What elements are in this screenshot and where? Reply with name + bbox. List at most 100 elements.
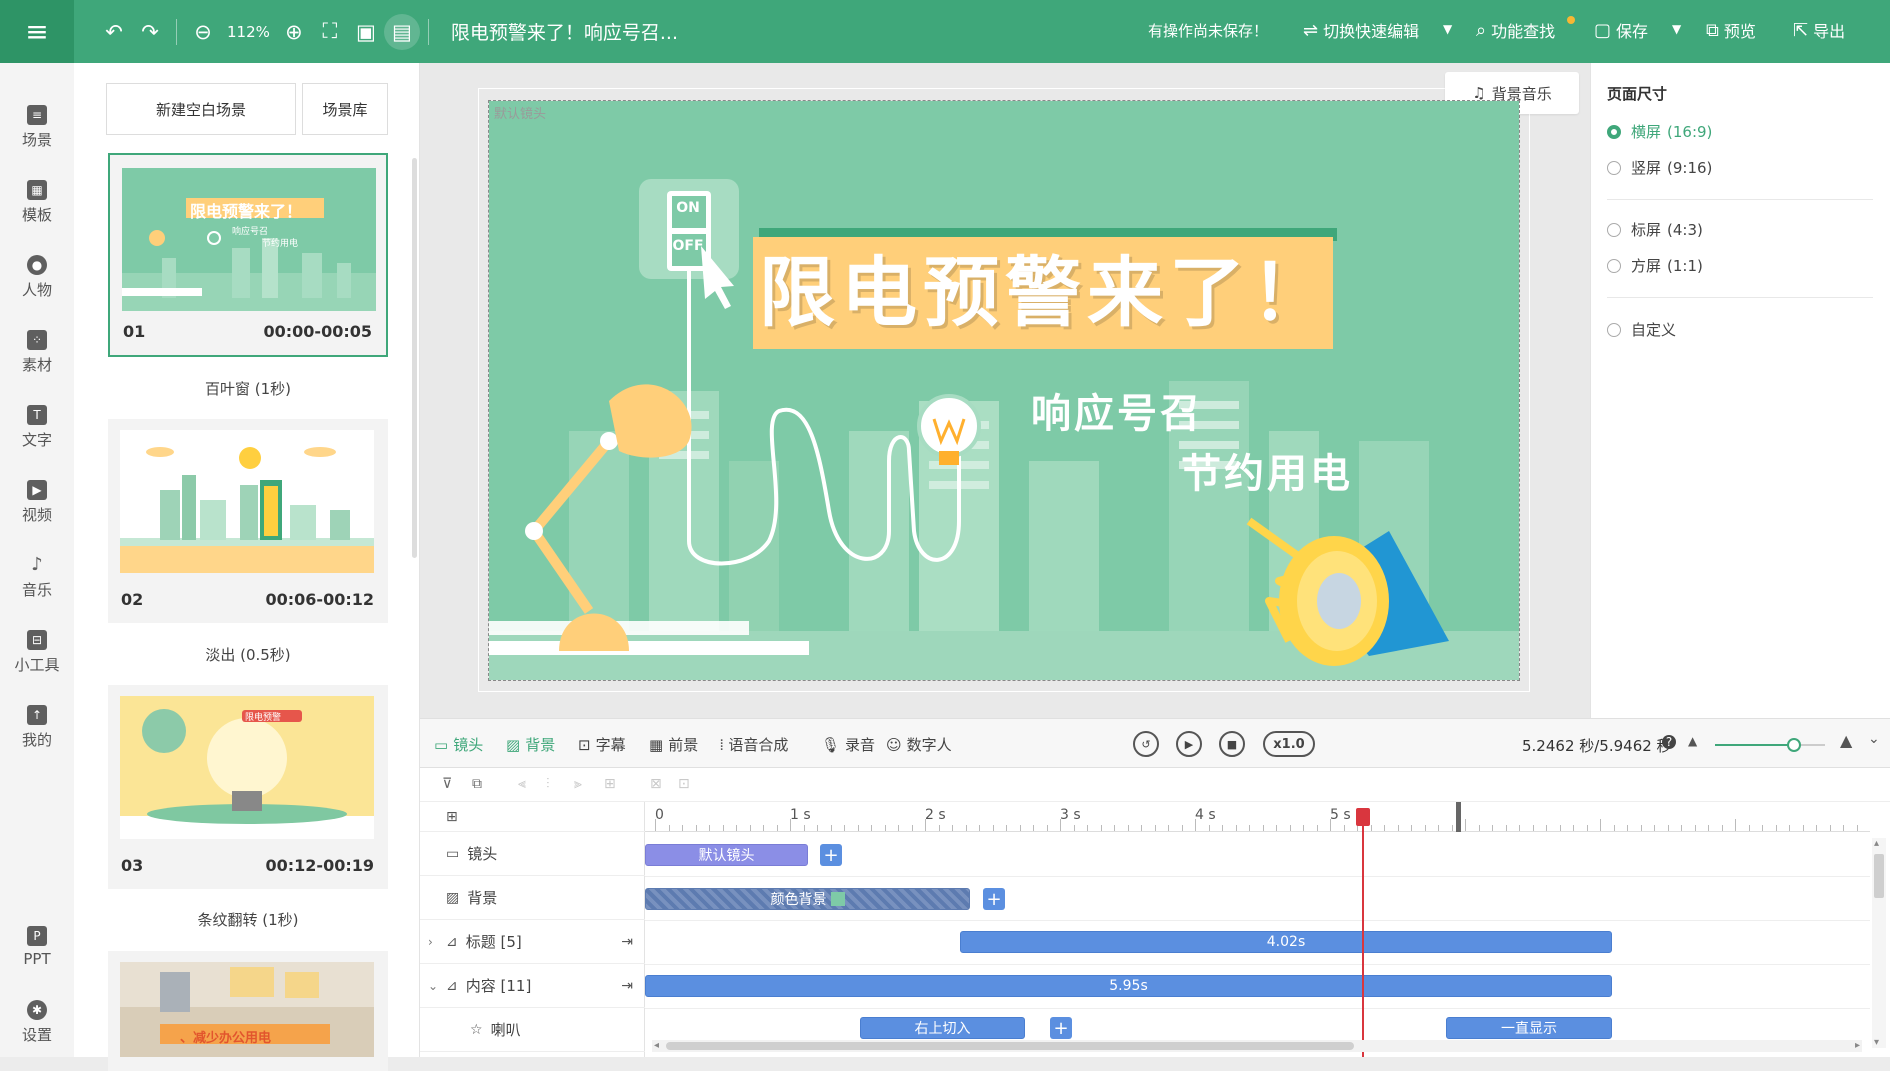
slider-knob[interactable] xyxy=(1787,738,1802,752)
tab-digital-human[interactable]: ☺ 数字人 xyxy=(886,734,952,755)
radio-button[interactable] xyxy=(1607,160,1621,175)
filter-icon[interactable]: ⊽ xyxy=(442,776,452,792)
add-background-button[interactable]: + xyxy=(983,888,1005,910)
track-label-camera[interactable]: ▭ 镜头 xyxy=(420,832,645,876)
collapse-icon[interactable]: ⌄ xyxy=(1868,731,1880,747)
subtitle-text[interactable]: 节约用电 xyxy=(1181,441,1353,499)
nav-item-person[interactable]: ● 人物 xyxy=(0,255,74,300)
fullscreen-icon[interactable]: ⛶ xyxy=(312,14,348,50)
zoom-in-timeline-icon[interactable]: ▲ xyxy=(1840,731,1852,750)
split-icon[interactable]: ⊠ xyxy=(650,776,662,792)
timeline-horizontal-scrollbar[interactable]: ◂ ▸ xyxy=(652,1040,1862,1052)
timeline-zoom-slider[interactable] xyxy=(1715,738,1825,752)
undo-icon[interactable]: ↶ xyxy=(96,14,132,50)
playhead-handle[interactable] xyxy=(1356,808,1371,826)
subtitle-text[interactable]: 响应号召 xyxy=(1031,381,1203,439)
align-center-icon[interactable]: ⫶ xyxy=(546,776,550,792)
fit-screen-icon[interactable]: ▣ xyxy=(348,14,384,50)
hamburger-menu-icon[interactable]: ≡ xyxy=(0,0,74,63)
track-label-horn[interactable]: ☆ 喇叭 xyxy=(420,1008,645,1052)
help-icon[interactable]: ? xyxy=(1662,735,1676,749)
chevron-down-icon[interactable]: ▼ xyxy=(1672,22,1681,36)
preview-button[interactable]: ⧉ 预览 xyxy=(1706,18,1756,42)
stop-icon[interactable]: ■ xyxy=(1219,731,1245,757)
scroll-down-icon[interactable]: ▾ xyxy=(1874,1037,1879,1048)
enter-group-icon[interactable]: ⇥ xyxy=(621,978,633,994)
chevron-down-icon[interactable]: ▼ xyxy=(1443,22,1452,36)
headline-text[interactable]: 限电预警来了！ xyxy=(759,241,1329,345)
tab-background[interactable]: ▨ 背景 xyxy=(506,734,555,755)
radio-portrait[interactable]: 竖屏 (9:16) xyxy=(1607,157,1712,178)
enter-group-icon[interactable]: ⇥ xyxy=(621,934,633,950)
function-search-button[interactable]: ⌕ 功能查找 xyxy=(1476,18,1555,42)
replay-icon[interactable]: ↺ xyxy=(1133,731,1159,757)
nav-item-settings[interactable]: ✱ 设置 xyxy=(0,1000,74,1045)
end-marker[interactable] xyxy=(1455,802,1461,832)
add-animation-button[interactable]: + xyxy=(1050,1017,1072,1039)
scene-transition[interactable]: 条纹翻转 (1秒) xyxy=(108,909,388,930)
timeline-ruler[interactable]: 0 1 s 2 s 3 s 4 s 5 s xyxy=(645,802,1870,832)
scroll-right-icon[interactable]: ▸ xyxy=(1855,1040,1860,1051)
chevron-right-icon[interactable]: › xyxy=(428,935,433,949)
radio-button[interactable] xyxy=(1607,322,1621,337)
playhead[interactable] xyxy=(1362,810,1365,1057)
nav-item-toolbox[interactable]: ⊟ 小工具 xyxy=(0,630,74,675)
track-label-background[interactable]: ▨ 背景 xyxy=(420,876,645,920)
nav-item-text[interactable]: T 文字 xyxy=(0,405,74,450)
content-clip[interactable]: 5.95s xyxy=(645,975,1612,997)
scroll-left-icon[interactable]: ◂ xyxy=(654,1040,659,1051)
title-clip[interactable]: 4.02s xyxy=(960,931,1612,953)
grid-icon[interactable]: ⊞ xyxy=(446,809,458,825)
nav-item-scene[interactable]: ≡ 场景 xyxy=(0,105,74,150)
horn-enter-clip[interactable]: 右上切入 xyxy=(860,1017,1025,1039)
align-left-icon[interactable]: ⫷ xyxy=(518,776,526,792)
tab-subtitle[interactable]: ⊡ 字幕 xyxy=(578,734,626,755)
nav-item-material[interactable]: ⁘ 素材 xyxy=(0,330,74,375)
speed-button[interactable]: x1.0 xyxy=(1263,731,1315,757)
radio-button[interactable] xyxy=(1607,222,1621,237)
zoom-out-timeline-icon[interactable]: ▲ xyxy=(1688,734,1697,748)
tab-recording[interactable]: 🎙 录音 xyxy=(821,734,875,755)
layout-icon[interactable]: ▤ xyxy=(383,13,420,50)
align-right-icon[interactable]: ⫸ xyxy=(574,776,582,792)
export-button[interactable]: ⇱ 导出 xyxy=(1793,18,1845,42)
track-label-content[interactable]: ⌄ ⊿ 内容 [11] ⇥ xyxy=(420,964,645,1008)
group-icon[interactable]: ⧉ xyxy=(472,776,482,792)
scene-transition[interactable]: 百叶窗 (1秒) xyxy=(108,378,388,399)
scroll-up-icon[interactable]: ▴ xyxy=(1874,838,1879,849)
document-title[interactable]: 限电预警来了！响应号召... xyxy=(451,18,678,45)
scrollbar-thumb[interactable] xyxy=(1874,854,1884,898)
scene-card[interactable]: 02 00:06-00:12 xyxy=(108,419,388,623)
radio-button[interactable] xyxy=(1607,124,1621,139)
background-clip[interactable]: 颜色背景 xyxy=(645,888,970,910)
nav-item-ppt[interactable]: P PPT xyxy=(0,926,74,968)
distribute-icon[interactable]: ⊞ xyxy=(604,776,616,792)
save-button[interactable]: ▢ 保存 xyxy=(1594,18,1648,42)
camera-clip[interactable]: 默认镜头 xyxy=(645,844,808,866)
scene-card[interactable]: 、减少办公用电 xyxy=(108,951,388,1071)
zoom-out-icon[interactable]: ⊖ xyxy=(185,14,221,50)
radio-button[interactable] xyxy=(1607,258,1621,273)
radio-square[interactable]: 方屏 (1:1) xyxy=(1607,255,1703,276)
scrollbar-thumb[interactable] xyxy=(666,1042,1354,1050)
radio-custom[interactable]: 自定义 xyxy=(1607,319,1676,340)
quick-edit-button[interactable]: ⇌ 切换快速编辑 xyxy=(1303,18,1419,42)
merge-icon[interactable]: ⊡ xyxy=(678,776,690,792)
scene-card[interactable]: 限电预警来了！ 响应号召 节约用电 01 00:00-00:05 xyxy=(108,153,388,357)
redo-icon[interactable]: ↷ xyxy=(132,14,168,50)
radio-landscape[interactable]: 横屏 (16:9) xyxy=(1607,121,1712,142)
radio-standard[interactable]: 标屏 (4:3) xyxy=(1607,219,1703,240)
nav-item-template[interactable]: ▦ 模板 xyxy=(0,180,74,225)
tab-camera[interactable]: ▭ 镜头 xyxy=(434,734,483,755)
stage-canvas[interactable]: ON OFF 限电预警来了！ 响应号召 节约用电 xyxy=(488,100,1520,681)
nav-item-video[interactable]: ▶ 视频 xyxy=(0,480,74,525)
scene-library-button[interactable]: 场景库 xyxy=(302,83,388,135)
scene-transition[interactable]: 淡出 (0.5秒) xyxy=(108,644,388,665)
play-icon[interactable]: ▶ xyxy=(1176,731,1202,757)
new-blank-scene-button[interactable]: 新建空白场景 xyxy=(106,83,296,135)
nav-item-music[interactable]: ♪ 音乐 xyxy=(0,555,74,600)
chevron-down-icon[interactable]: ⌄ xyxy=(428,979,438,993)
timeline-vertical-scrollbar[interactable]: ▴ ▾ xyxy=(1872,838,1886,1048)
track-label-title[interactable]: › ⊿ 标题 [5] ⇥ xyxy=(420,920,645,964)
horn-show-clip[interactable]: 一直显示 xyxy=(1446,1017,1612,1039)
